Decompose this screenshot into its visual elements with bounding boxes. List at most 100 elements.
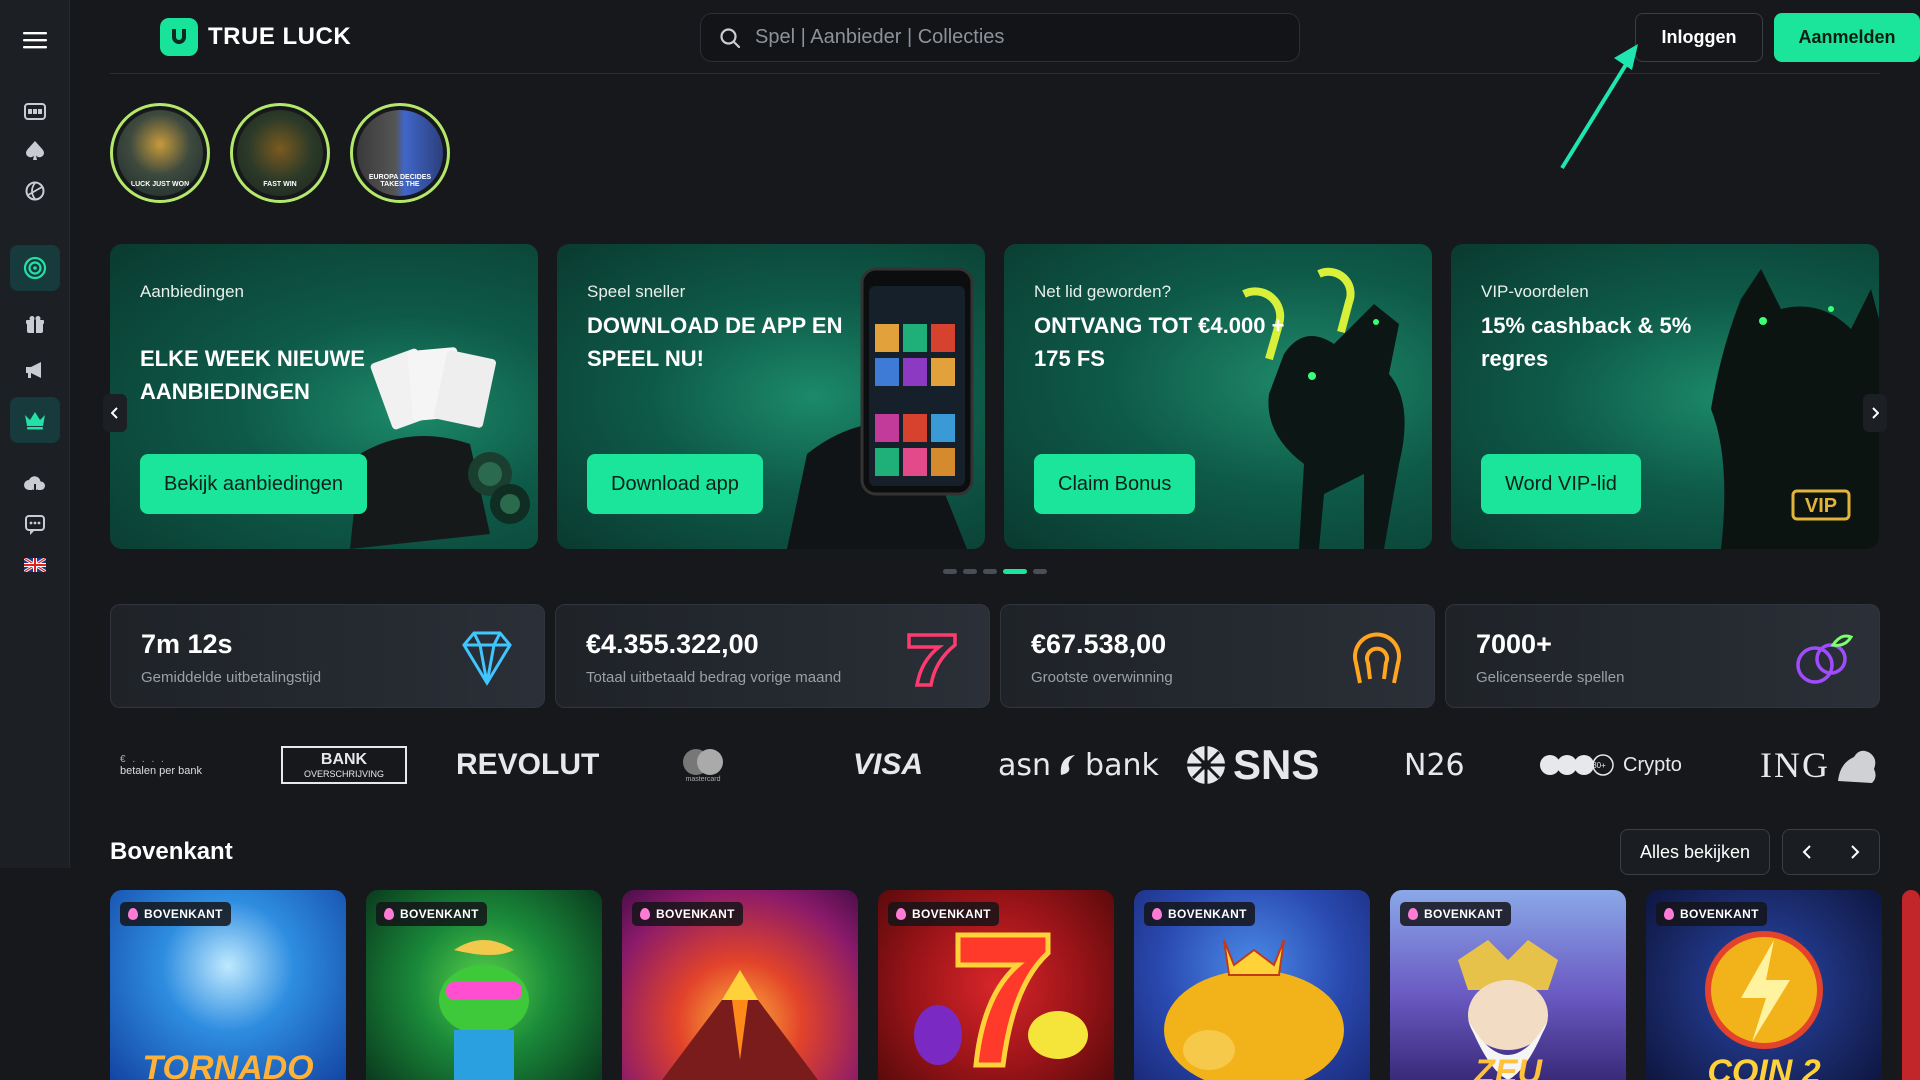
game-title: ZEU: [1474, 1053, 1542, 1080]
megaphone-icon[interactable]: [20, 355, 50, 385]
svg-text:VIP: VIP: [1805, 495, 1837, 517]
brand-logo[interactable]: TRUE LUCK: [160, 18, 351, 56]
game-title: TORNADO: [142, 1049, 314, 1080]
horse-rider-illustration: [1242, 267, 1405, 549]
carousel-dot[interactable]: [1033, 569, 1047, 574]
story-thumbnail: EUROPA DECIDES TAKES THE: [357, 110, 443, 196]
lightning-coin-icon: [1705, 931, 1823, 1049]
game-tile[interactable]: BOVENKANT: [1134, 890, 1370, 1080]
banner-headline: ONTVANG TOT €4.000 + 175 FS: [1034, 313, 1285, 371]
promo-banner-offers[interactable]: Aanbiedingen ELKE WEEK NIEUWE AANBIEDING…: [110, 244, 538, 549]
uk-flag-icon[interactable]: [20, 550, 50, 580]
stat-label: Gemiddelde uitbetalingstijd: [141, 669, 322, 686]
asn-swirl-icon: [1060, 755, 1076, 775]
chat-icon[interactable]: [20, 510, 50, 540]
story-bubble[interactable]: EUROPA DECIDES TAKES THE: [350, 103, 450, 203]
seven-icon: [907, 633, 957, 687]
claim-bonus-button[interactable]: Claim Bonus: [1034, 454, 1196, 514]
sns-wheel-icon: [1187, 746, 1225, 784]
menu-icon[interactable]: [20, 25, 50, 55]
carousel-next-button[interactable]: [1863, 394, 1887, 432]
story-bubble[interactable]: FAST WIN: [230, 103, 330, 203]
crypto-label: Crypto: [1623, 753, 1682, 776]
game-tile[interactable]: BOVENKANT ZEU: [1390, 890, 1626, 1080]
game-badge-label: BOVENKANT: [1680, 907, 1759, 921]
story-thumbnail: FAST WIN: [237, 110, 323, 196]
stat-value: €67.538,00: [1031, 629, 1167, 659]
games-next-button[interactable]: [1831, 830, 1879, 874]
crypto-logo: 30+ Crypto: [1539, 735, 1682, 795]
stat-card-licensed-games: 7000+ Gelicenseerde spellen: [1445, 604, 1880, 708]
game-badge-label: BOVENKANT: [1424, 907, 1503, 921]
lucky-seven-fruits-icon: [914, 932, 1088, 1068]
game-badge: BOVENKANT: [1656, 902, 1767, 926]
banner-subtitle: Net lid geworden?: [1034, 282, 1172, 301]
phone-illustration: [787, 267, 974, 549]
game-badge-label: BOVENKANT: [656, 907, 735, 921]
logo-icon: [160, 18, 198, 56]
stat-label: Gelicenseerde spellen: [1476, 669, 1625, 686]
story-bubble[interactable]: LUCK JUST WON: [110, 103, 210, 203]
search-input[interactable]: [755, 26, 1275, 49]
plum-icon: [1796, 634, 1854, 684]
game-title: COIN 2: [1707, 1053, 1821, 1080]
carousel-dot[interactable]: [963, 569, 977, 574]
game-tile[interactable]: BOVENKANT COIN 2: [1646, 890, 1882, 1080]
stat-value: 7m 12s: [141, 629, 233, 659]
stories-row: LUCK JUST WON FAST WIN EUROPA DECIDES TA…: [110, 103, 450, 203]
cloud-download-icon[interactable]: [20, 470, 50, 500]
crown-icon[interactable]: [20, 405, 50, 435]
carousel-prev-button[interactable]: [103, 394, 127, 432]
flame-icon: [1664, 908, 1674, 920]
sns-logo: SNS: [1185, 735, 1319, 795]
become-vip-button[interactable]: Word VIP-lid: [1481, 454, 1641, 514]
game-badge-label: BOVENKANT: [1168, 907, 1247, 921]
sns-label: SNS: [1233, 741, 1320, 788]
main-content: TRUE LUCK Inloggen Aanmelden LUCK JUST W…: [70, 0, 1920, 1080]
promo-banner-vip[interactable]: VIP VIP-voordelen 15% cashback & 5% regr…: [1451, 244, 1879, 549]
volcano-icon: [662, 970, 818, 1080]
target-icon[interactable]: [20, 253, 50, 283]
dark-horseman-illustration: VIP: [1711, 269, 1879, 549]
carousel-dot-active[interactable]: [1003, 569, 1027, 574]
spade-icon[interactable]: [20, 136, 50, 166]
search-bar[interactable]: [700, 13, 1300, 62]
view-all-button[interactable]: Alles bekijken: [1620, 829, 1770, 875]
game-badge: BOVENKANT: [888, 902, 999, 926]
bank-transfer-line1: BANK: [320, 750, 368, 768]
stat-card-biggest-win: €67.538,00 Grootste overwinning: [1000, 604, 1435, 708]
download-app-button[interactable]: Download app: [587, 454, 763, 514]
sports-ball-icon[interactable]: [20, 176, 50, 206]
stat-label: Grootste overwinning: [1031, 669, 1173, 686]
promo-banner-app[interactable]: Speel sneller DOWNLOAD DE APP EN SPEEL N…: [557, 244, 985, 549]
view-offers-button[interactable]: Bekijk aanbiedingen: [140, 454, 368, 514]
stat-value: €4.355.322,00: [586, 629, 759, 659]
carousel-dot[interactable]: [943, 569, 957, 574]
games-prev-button[interactable]: [1783, 830, 1831, 874]
asn-right: bank: [1085, 747, 1159, 783]
sidebar: [0, 0, 70, 868]
slot-machine-icon[interactable]: [20, 96, 50, 126]
game-badge: BOVENKANT: [120, 902, 231, 926]
game-tile[interactable]: BOVENKANT: [366, 890, 602, 1080]
game-tile[interactable]: BOVENKANT: [878, 890, 1114, 1080]
pointer-arrow-annotation: [1560, 44, 1638, 170]
game-badge-label: BOVENKANT: [912, 907, 991, 921]
game-tile[interactable]: BOVENKANT TORNADO: [110, 890, 346, 1080]
signup-button[interactable]: Aanmelden: [1774, 13, 1920, 62]
gift-icon[interactable]: [20, 310, 50, 340]
carousel-dot[interactable]: [983, 569, 997, 574]
horseshoe-icon: [1353, 632, 1401, 684]
game-tile-partial[interactable]: [1902, 890, 1920, 1080]
game-tile[interactable]: BOVENKANT: [622, 890, 858, 1080]
stat-value: 7000+: [1476, 629, 1552, 659]
asn-bank-logo: asn bank: [998, 735, 1159, 795]
ing-label: ING: [1760, 745, 1830, 785]
promo-banner-bonus[interactable]: Net lid geworden? ONTVANG TOT €4.000 + 1…: [1004, 244, 1432, 549]
ing-logo: ING: [1760, 735, 1880, 795]
top-bar: TRUE LUCK Inloggen Aanmelden: [110, 0, 1920, 170]
banner-subtitle: VIP-voordelen: [1481, 282, 1589, 301]
brand-name: TRUE LUCK: [208, 23, 352, 50]
banner-headline: ELKE WEEK NIEUWE AANBIEDINGEN: [140, 346, 365, 404]
login-button[interactable]: Inloggen: [1635, 13, 1763, 62]
